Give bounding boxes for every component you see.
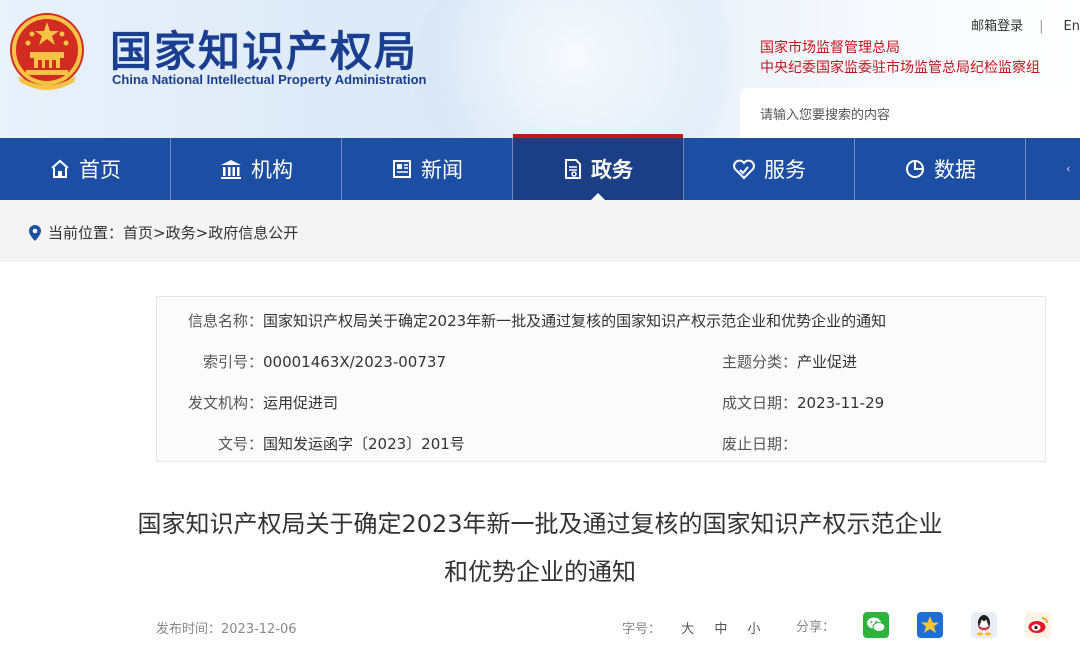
- info-label: 索引号：: [202, 353, 263, 371]
- breadcrumb-separator: >: [195, 223, 209, 242]
- publish-time-label: 发布时间：: [156, 622, 222, 637]
- info-label: 文号：: [217, 435, 263, 453]
- font-size-label: 字号：: [622, 622, 662, 637]
- info-row-doc-number: 文号：国知发运函字〔2023〕201号: [157, 433, 465, 454]
- font-size-medium-button[interactable]: 中: [714, 622, 727, 637]
- related-site-link[interactable]: 国家市场监督管理总局: [760, 38, 1040, 58]
- nav-label: 新闻: [421, 158, 463, 182]
- related-sites: 国家市场监督管理总局 中央纪委国家监委驻市场监管总局纪检监察组: [760, 38, 1040, 78]
- site-subtitle: China National Intellectual Property Adm…: [112, 72, 427, 87]
- info-row-index: 索引号：00001463X/2023-00737: [157, 351, 446, 372]
- english-link[interactable]: En: [1064, 19, 1080, 34]
- nav-label: 首页: [79, 158, 121, 182]
- info-label: 发文机构：: [187, 394, 263, 412]
- page-title-line: 国家知识产权局关于确定2023年新一批及通过复核的国家知识产权示范企业: [137, 510, 943, 538]
- wechat-share-icon[interactable]: [863, 612, 890, 638]
- info-value: 2023-11-29: [797, 394, 885, 412]
- chevron-left-icon: [1066, 166, 1070, 172]
- nav-label: 机构: [251, 158, 293, 182]
- pie-chart-icon: [906, 160, 924, 178]
- related-site-link[interactable]: 中央纪委国家监委驻市场监管总局纪检监察组: [760, 58, 1040, 78]
- info-label: 成文日期：: [721, 394, 797, 412]
- font-size-large-button[interactable]: 大: [681, 622, 694, 637]
- nav-label: 政务: [591, 158, 633, 182]
- font-size-control: 字号： 大 中 小: [622, 618, 760, 637]
- breadcrumb: 当前位置： 首页 > 政务 > 政府信息公开: [28, 222, 298, 243]
- breadcrumb-government-affairs[interactable]: 政务: [166, 222, 196, 243]
- nav-item-data[interactable]: 数据: [855, 138, 1026, 200]
- nav-item-institution[interactable]: 机构: [171, 138, 342, 200]
- top-link-divider: |: [1039, 19, 1044, 34]
- news-icon: [393, 160, 411, 178]
- info-row-topic: 主题分类：产业促进: [707, 351, 857, 372]
- info-value: 运用促进司: [263, 394, 339, 412]
- national-emblem-icon: [10, 13, 84, 90]
- nav-item-service[interactable]: 服务: [684, 138, 855, 200]
- breadcrumb-separator: >: [153, 223, 166, 242]
- home-icon: [51, 159, 69, 178]
- qq-share-icon[interactable]: [971, 612, 998, 638]
- nav-item-more[interactable]: [1026, 138, 1078, 200]
- site-header: 国家知识产权局 China National Intellectual Prop…: [0, 0, 1080, 138]
- info-value: 国家知识产权局关于确定2023年新一批及通过复核的国家知识产权示范企业和优势企业…: [263, 312, 887, 330]
- page-title-line: 和优势企业的通知: [444, 558, 636, 586]
- share-label: 分享：: [796, 619, 836, 635]
- font-size-small-button[interactable]: 小: [747, 622, 760, 637]
- main-nav: 首页 机构 新闻 政务 服务 数据: [0, 134, 1080, 200]
- header-background-globe: [410, 0, 770, 138]
- publish-time: 发布时间：2023-12-06: [156, 618, 297, 637]
- info-label: 废止日期：: [721, 435, 797, 453]
- content-area: 信息名称：国家知识产权局关于确定2023年新一批及通过复核的国家知识产权示范企业…: [8, 262, 1080, 654]
- info-value: 产业促进: [797, 353, 858, 371]
- institution-icon: [221, 160, 241, 179]
- breadcrumb-bar: 当前位置： 首页 > 政务 > 政府信息公开: [0, 200, 1080, 262]
- info-metadata-box: 信息名称：国家知识产权局关于确定2023年新一批及通过复核的国家知识产权示范企业…: [156, 296, 1046, 462]
- nav-item-government-affairs[interactable]: 政务: [513, 134, 684, 200]
- info-row-name: 信息名称：国家知识产权局关于确定2023年新一批及通过复核的国家知识产权示范企业…: [157, 310, 886, 331]
- top-links: 邮箱登录 | En: [951, 15, 1080, 34]
- nav-item-home[interactable]: 首页: [0, 138, 171, 200]
- page-title: 国家知识产权局关于确定2023年新一批及通过复核的国家知识产权示范企业 和优势企…: [8, 500, 1072, 596]
- service-heart-icon: [733, 159, 755, 180]
- nav-item-news[interactable]: 新闻: [342, 138, 513, 200]
- breadcrumb-home[interactable]: 首页: [123, 222, 153, 243]
- weibo-share-icon[interactable]: [1025, 612, 1052, 638]
- search-input[interactable]: 请输入您要搜索的内容: [740, 88, 1080, 138]
- location-pin-icon: [29, 224, 41, 241]
- document-icon: [565, 159, 581, 179]
- info-row-expiry: 废止日期：: [707, 433, 797, 454]
- info-row-date: 成文日期：2023-11-29: [707, 392, 884, 413]
- info-label: 信息名称：: [187, 312, 263, 330]
- share-bar: 分享：: [796, 612, 1052, 638]
- nav-label: 数据: [934, 158, 976, 182]
- breadcrumb-gov-info-disclosure[interactable]: 政府信息公开: [208, 222, 298, 243]
- nav-label: 服务: [764, 158, 806, 182]
- site-title: 国家知识产权局: [110, 27, 419, 76]
- info-value: 00001463X/2023-00737: [263, 353, 446, 371]
- info-row-org: 发文机构：运用促进司: [157, 392, 338, 413]
- info-value: 国知发运函字〔2023〕201号: [263, 435, 465, 453]
- publish-time-value: 2023-12-06: [221, 622, 297, 637]
- info-label: 主题分类：: [721, 353, 797, 371]
- qzone-share-icon[interactable]: [917, 612, 944, 638]
- mail-login-link[interactable]: 邮箱登录: [971, 19, 1023, 34]
- breadcrumb-prefix: 当前位置：: [48, 224, 124, 242]
